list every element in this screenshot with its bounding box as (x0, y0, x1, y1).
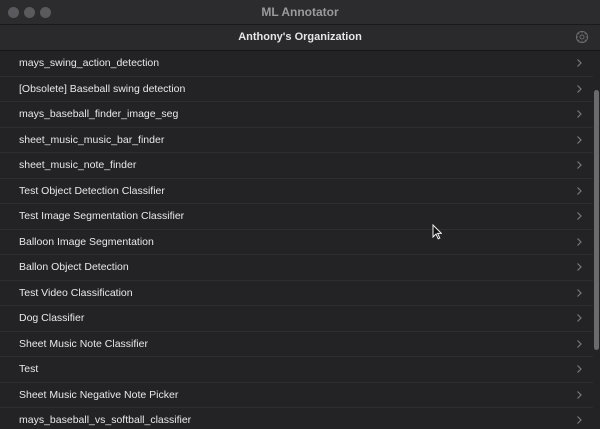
project-list: mays_swing_action_detection [Obsolete] Ba… (0, 51, 593, 429)
settings-button[interactable] (575, 30, 589, 44)
navigation-bar: Anthony's Organization (0, 25, 600, 51)
project-row[interactable]: Dog Classifier (0, 306, 593, 332)
chevron-right-icon (577, 237, 582, 246)
project-name: [Obsolete] Baseball swing detection (19, 82, 186, 95)
gear-icon (575, 30, 589, 44)
project-name: sheet_music_note_finder (19, 159, 137, 171)
project-row[interactable]: Sheet Music Negative Note Picker (0, 383, 593, 408)
project-name: mays_baseball_vs_softball_classifier (19, 414, 192, 426)
project-name: Balloon Image Segmentation (19, 235, 154, 248)
project-name: Sheet Music Note Classifier (19, 337, 148, 350)
title-bar[interactable]: ML Annotator (0, 0, 600, 25)
chevron-right-icon (577, 161, 582, 169)
project-row[interactable]: sheet_music_music_bar_finder (0, 128, 593, 153)
project-row[interactable]: Test Object Detection Classifier (0, 179, 593, 204)
project-row[interactable]: sheet_music_note_finder (0, 153, 593, 179)
chevron-right-icon (577, 212, 582, 220)
chevron-right-icon (577, 416, 582, 424)
scrollbar-thumb[interactable] (594, 90, 599, 350)
project-name: Dog Classifier (19, 312, 85, 324)
organization-title: Anthony's Organization (238, 31, 362, 43)
project-name: sheet_music_music_bar_finder (19, 133, 165, 146)
project-name: Test Image Segmentation Classifier (19, 210, 185, 222)
window-title: ML Annotator (261, 5, 339, 19)
project-name: Test (19, 363, 39, 375)
chevron-right-icon (577, 186, 582, 195)
chevron-right-icon (577, 84, 582, 93)
chevron-right-icon (577, 365, 582, 373)
project-row[interactable]: mays_baseball_finder_image_seg (0, 102, 593, 128)
chevron-right-icon (577, 263, 582, 271)
project-name: Test Video Classification (19, 286, 133, 299)
chevron-right-icon (577, 135, 582, 144)
chevron-right-icon (577, 314, 582, 322)
chevron-right-icon (577, 390, 582, 399)
chevron-right-icon (577, 288, 582, 297)
app-window: ML Annotator Anthony's Organization mays… (0, 0, 600, 429)
project-name: Test Object Detection Classifier (19, 184, 165, 197)
project-name: Ballon Object Detection (19, 261, 129, 273)
chevron-right-icon (577, 110, 582, 118)
mouse-cursor-icon (432, 224, 442, 240)
project-row[interactable]: Test (0, 357, 593, 383)
project-row[interactable]: Ballon Object Detection (0, 255, 593, 281)
project-row[interactable]: Balloon Image Segmentation (0, 230, 593, 255)
project-row[interactable]: Sheet Music Note Classifier (0, 332, 593, 357)
project-name: mays_baseball_finder_image_seg (19, 108, 179, 120)
vertical-scrollbar[interactable] (593, 51, 600, 429)
project-name: mays_swing_action_detection (19, 57, 160, 69)
chevron-right-icon (577, 59, 582, 67)
project-row[interactable]: Test Video Classification (0, 281, 593, 306)
project-row[interactable]: mays_swing_action_detection (0, 51, 593, 77)
project-row[interactable]: mays_baseball_vs_softball_classifier (0, 408, 593, 429)
chevron-right-icon (577, 339, 582, 348)
project-name: Sheet Music Negative Note Picker (19, 388, 179, 401)
project-row[interactable]: Test Image Segmentation Classifier (0, 204, 593, 230)
project-row[interactable]: [Obsolete] Baseball swing detection (0, 77, 593, 102)
